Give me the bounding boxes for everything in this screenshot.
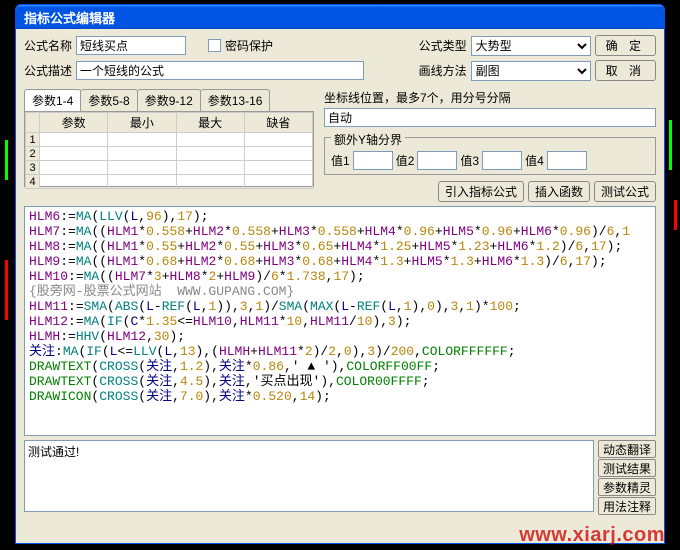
formula-type-select[interactable]: 大势型 bbox=[471, 36, 591, 56]
param-wizard-button[interactable]: 参数精灵 bbox=[598, 478, 656, 496]
ok-button[interactable]: 确 定 bbox=[595, 35, 656, 56]
label-formula-name: 公式名称 bbox=[24, 37, 72, 54]
label-password: 密码保护 bbox=[225, 37, 273, 54]
param-tabs: 参数1-4 参数5-8 参数9-12 参数13-16 bbox=[24, 89, 314, 111]
editor-window: 指标公式编辑器 公式名称 密码保护 公式类型 大势型 确 定 公式描述 画线方法… bbox=[15, 4, 665, 544]
tab-params-9-12[interactable]: 参数9-12 bbox=[137, 89, 201, 111]
tab-params-5-8[interactable]: 参数5-8 bbox=[80, 89, 137, 111]
code-editor[interactable]: HLM6:=MA(LLV(L,96),17);HLM7:=MA((HLM1*0.… bbox=[24, 206, 656, 436]
window-title: 指标公式编辑器 bbox=[24, 11, 115, 26]
draw-method-select[interactable]: 副图 bbox=[471, 61, 591, 81]
tab-params-13-16[interactable]: 参数13-16 bbox=[200, 89, 271, 111]
formula-name-input[interactable] bbox=[76, 36, 186, 55]
test-result-button[interactable]: 测试结果 bbox=[598, 459, 656, 477]
y4-input[interactable] bbox=[547, 151, 587, 170]
coord-input[interactable] bbox=[324, 108, 656, 127]
label-coord-hint: 坐标线位置，最多7个，用分号分隔 bbox=[324, 89, 656, 106]
usage-button[interactable]: 用法注释 bbox=[598, 497, 656, 515]
label-draw-method: 画线方法 bbox=[419, 62, 467, 79]
test-formula-button[interactable]: 测试公式 bbox=[594, 181, 656, 202]
y2-input[interactable] bbox=[417, 151, 457, 170]
extra-y-fieldset: 额外Y轴分界 值1 值2 值3 值4 bbox=[324, 137, 656, 175]
cancel-button[interactable]: 取 消 bbox=[595, 60, 656, 81]
label-formula-desc: 公式描述 bbox=[24, 62, 72, 79]
window-titlebar[interactable]: 指标公式编辑器 bbox=[16, 5, 664, 29]
password-checkbox[interactable] bbox=[208, 39, 221, 52]
import-formula-button[interactable]: 引入指标公式 bbox=[438, 181, 524, 202]
param-grid[interactable]: 参数最小最大缺省 1 2 3 4 bbox=[24, 111, 314, 187]
watermark: www.xiarj.com bbox=[519, 524, 665, 547]
formula-desc-input[interactable] bbox=[76, 61, 364, 80]
label-formula-type: 公式类型 bbox=[419, 37, 467, 54]
y3-input[interactable] bbox=[482, 151, 522, 170]
insert-function-button[interactable]: 插入函数 bbox=[528, 181, 590, 202]
dynamic-translate-button[interactable]: 动态翻译 bbox=[598, 440, 656, 458]
y1-input[interactable] bbox=[353, 151, 393, 170]
message-area[interactable]: 测试通过! bbox=[24, 440, 594, 512]
tab-params-1-4[interactable]: 参数1-4 bbox=[24, 89, 81, 111]
